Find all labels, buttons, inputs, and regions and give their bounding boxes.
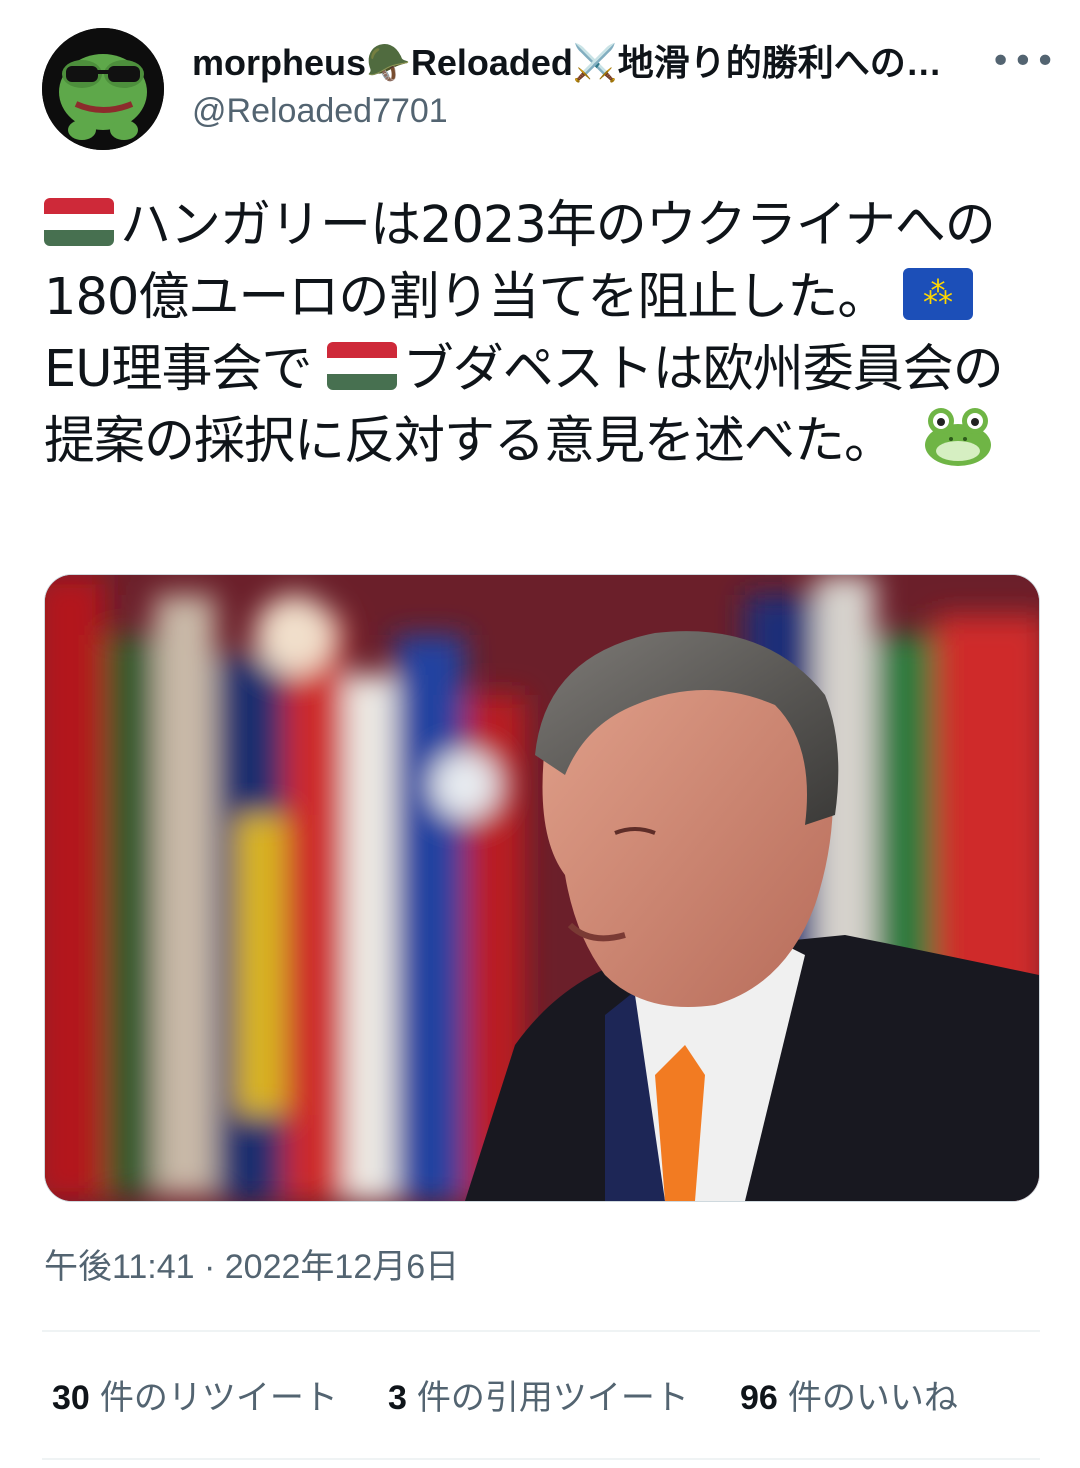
tweet-timestamp[interactable]: 午後11:41 · 2022年12月6日 [44, 1244, 459, 1290]
politician-photo-image [45, 575, 1039, 1201]
frog-avatar-image [42, 28, 164, 150]
tweet-text: ハンガリーは2023年のウクライナへの180億ユーロの割り当てを阻止した。 ⁂ E… [44, 190, 1034, 478]
retweets-stat[interactable]: 30 件のリツイート [52, 1372, 338, 1424]
retweets-label: 件のリツイート [99, 1379, 338, 1417]
tweet-text-part-2: EU理事会で [44, 340, 313, 399]
user-handle[interactable]: @Reloaded7701 [192, 88, 448, 134]
likes-stat[interactable]: 96 件のいいね [740, 1372, 958, 1424]
display-name[interactable]: morpheus🪖Reloaded⚔️地滑り的勝利への… [192, 38, 952, 88]
hungary-flag-icon [44, 198, 114, 246]
frog-face-icon [925, 408, 992, 466]
hungary-flag-icon [326, 342, 397, 390]
eu-flag-icon: ⁂ [902, 268, 973, 320]
divider [42, 1458, 1040, 1460]
tweet-text-part-1: ハンガリーは2023年のウクライナへの180億ユーロの割り当てを阻止した。 [44, 196, 996, 327]
retweets-count: 30 [52, 1379, 90, 1417]
more-options-icon[interactable]: ••• [990, 40, 1056, 84]
likes-count: 96 [740, 1379, 778, 1417]
avatar[interactable] [42, 28, 164, 150]
quote-tweets-label: 件の引用ツイート [416, 1379, 689, 1417]
quote-tweets-stat[interactable]: 3 件の引用ツイート [388, 1372, 689, 1424]
quote-tweets-count: 3 [388, 1379, 407, 1417]
divider [42, 1330, 1040, 1332]
likes-label: 件のいいね [787, 1379, 958, 1417]
tweet-photo[interactable] [44, 574, 1040, 1202]
